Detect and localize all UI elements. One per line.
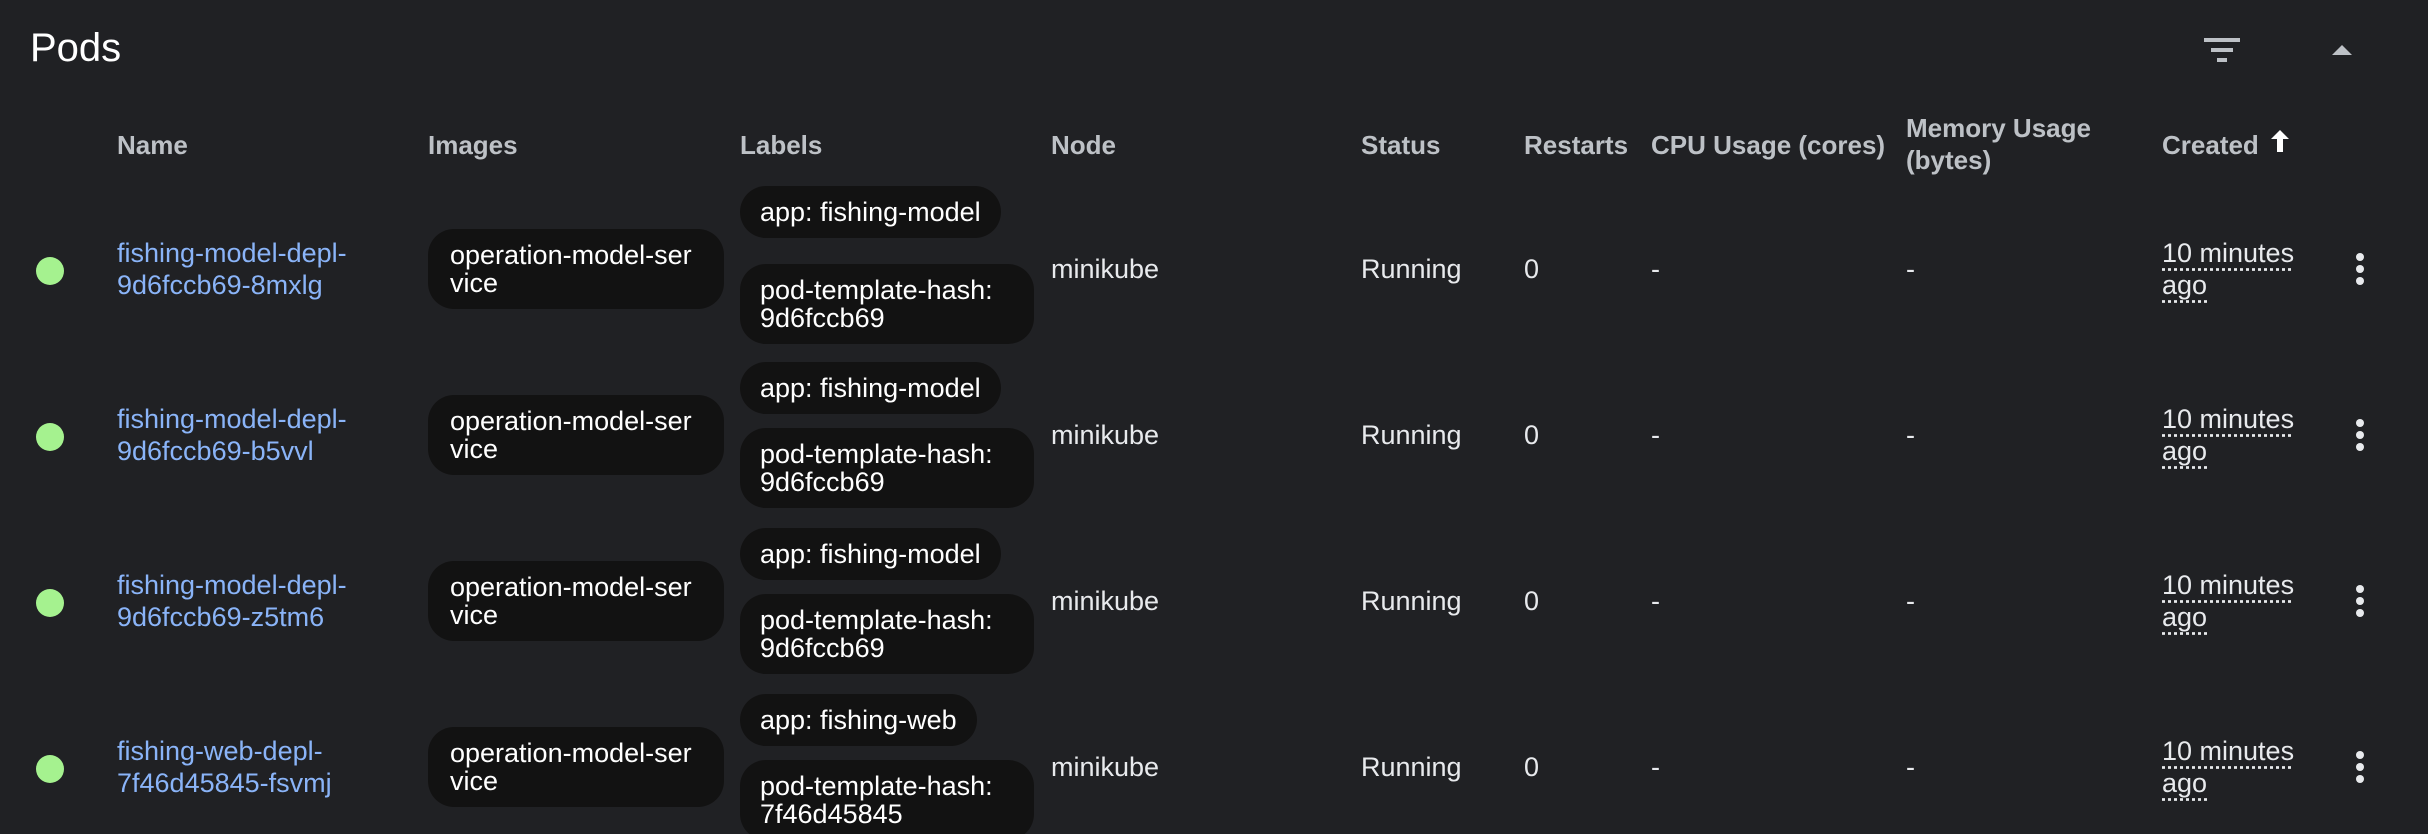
- node-cell: minikube: [1051, 752, 1160, 782]
- status-cell: Running: [1361, 254, 1462, 284]
- label-chip-app: app: fishing-model: [740, 186, 1001, 238]
- image-chip: operation-model-service: [428, 727, 724, 807]
- created-cell: 10 minutes ago: [2162, 570, 2295, 632]
- node-cell: minikube: [1051, 254, 1160, 284]
- table-row[interactable]: fishing-model-depl-9d6fccb69-z5tm6 opera…: [0, 518, 2428, 684]
- status-cell: Running: [1361, 420, 1462, 450]
- restarts-cell: 0: [1524, 254, 1540, 284]
- table-row[interactable]: fishing-web-depl-7f46d45845-fsvmj operat…: [0, 684, 2428, 834]
- status-cell: Running: [1361, 586, 1462, 616]
- column-header-status[interactable]: Status: [1361, 129, 1440, 161]
- column-header-images[interactable]: Images: [428, 129, 518, 161]
- memory-usage-cell: -: [1906, 752, 1915, 782]
- arrow-upward-icon: [2269, 128, 2291, 161]
- label-chip-pod-template-hash: pod-template-hash: 7f46d45845: [740, 760, 1034, 834]
- label-chip-pod-template-hash: pod-template-hash: 9d6fccb69: [740, 264, 1034, 344]
- table-row[interactable]: fishing-model-depl-9d6fccb69-b5vvl opera…: [0, 352, 2428, 518]
- pod-name-link[interactable]: fishing-model-depl-9d6fccb69-b5vvl: [117, 403, 407, 467]
- page-title: Pods: [30, 26, 122, 70]
- label-chip-app: app: fishing-model: [740, 362, 1001, 414]
- cpu-usage-cell: -: [1651, 420, 1660, 450]
- memory-usage-cell: -: [1906, 586, 1915, 616]
- status-running-icon: [36, 755, 64, 783]
- image-chip: operation-model-service: [428, 229, 724, 309]
- more-vert-icon[interactable]: [2340, 573, 2380, 629]
- memory-header-line2: (bytes): [1906, 145, 1992, 175]
- created-cell: 10 minutes ago: [2162, 404, 2295, 466]
- column-header-cpu-usage[interactable]: CPU Usage (cores): [1651, 129, 1885, 161]
- more-vert-icon[interactable]: [2340, 739, 2380, 795]
- more-vert-icon[interactable]: [2340, 407, 2380, 463]
- more-vert-icon[interactable]: [2340, 241, 2380, 297]
- status-running-icon: [36, 423, 64, 451]
- image-chip: operation-model-service: [428, 395, 724, 475]
- restarts-cell: 0: [1524, 752, 1540, 782]
- column-header-labels[interactable]: Labels: [740, 129, 822, 161]
- node-cell: minikube: [1051, 586, 1160, 616]
- created-cell: 10 minutes ago: [2162, 736, 2295, 798]
- created-cell: 10 minutes ago: [2162, 238, 2295, 300]
- table-row[interactable]: fishing-model-depl-9d6fccb69-8mxlg opera…: [0, 186, 2428, 352]
- column-header-name[interactable]: Name: [117, 129, 188, 161]
- label-chip-app: app: fishing-web: [740, 694, 977, 746]
- pod-name-link[interactable]: fishing-model-depl-9d6fccb69-z5tm6: [117, 569, 407, 633]
- label-chip-pod-template-hash: pod-template-hash: 9d6fccb69: [740, 428, 1034, 508]
- memory-usage-cell: -: [1906, 420, 1915, 450]
- restarts-cell: 0: [1524, 420, 1540, 450]
- filter-list-icon[interactable]: [2194, 22, 2250, 78]
- pod-name-link[interactable]: fishing-web-depl-7f46d45845-fsvmj: [117, 735, 407, 799]
- memory-usage-cell: -: [1906, 254, 1915, 284]
- column-header-node[interactable]: Node: [1051, 129, 1116, 161]
- memory-header-line1: Memory Usage: [1906, 113, 2091, 143]
- column-header-memory-usage[interactable]: Memory Usage (bytes): [1906, 112, 2091, 176]
- status-running-icon: [36, 257, 64, 285]
- label-chip-app: app: fishing-model: [740, 528, 1001, 580]
- status-cell: Running: [1361, 752, 1462, 782]
- restarts-cell: 0: [1524, 586, 1540, 616]
- column-header-created[interactable]: Created: [2162, 129, 2291, 161]
- column-header-created-label: Created: [2162, 130, 2259, 160]
- cpu-usage-cell: -: [1651, 254, 1660, 284]
- column-header-restarts[interactable]: Restarts: [1524, 129, 1628, 161]
- expand-less-icon[interactable]: [2314, 22, 2370, 78]
- status-running-icon: [36, 589, 64, 617]
- cpu-usage-cell: -: [1651, 752, 1660, 782]
- pod-name-link[interactable]: fishing-model-depl-9d6fccb69-8mxlg: [117, 237, 407, 301]
- label-chip-pod-template-hash: pod-template-hash: 9d6fccb69: [740, 594, 1034, 674]
- image-chip: operation-model-service: [428, 561, 724, 641]
- cpu-usage-cell: -: [1651, 586, 1660, 616]
- node-cell: minikube: [1051, 420, 1160, 450]
